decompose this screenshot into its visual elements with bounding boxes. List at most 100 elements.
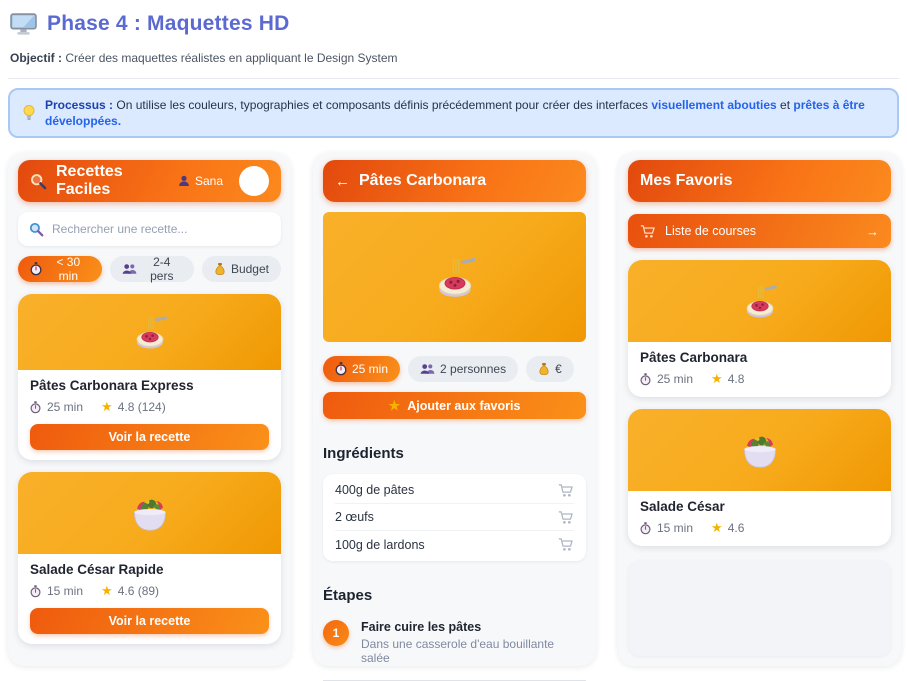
filter-label: < 30 min <box>47 255 90 283</box>
step-description: Dans une casserole d'eau bouillante salé… <box>361 637 586 665</box>
favorite-card[interactable]: Salade César 15 min 4.6 <box>628 409 891 546</box>
people-icon <box>122 263 137 275</box>
chip-servings[interactable]: 2 personnes <box>408 356 518 382</box>
recipes-app-mockup: Recettes Faciles Sana <box>8 153 291 666</box>
cart-icon <box>640 224 656 239</box>
processus-text: Processus : On utilise les couleurs, typ… <box>45 97 885 129</box>
money-bag-icon <box>214 262 226 276</box>
mockups-row: Recettes Faciles Sana <box>8 153 899 666</box>
people-icon <box>420 363 435 375</box>
steps-heading: Étapes <box>323 587 586 604</box>
star-icon <box>711 520 723 536</box>
recipe-card: Pâtes Carbonara Express 25 min <box>18 294 281 460</box>
recipe-meta: 15 min 4.6 (89) <box>30 583 269 599</box>
cart-icon[interactable] <box>558 510 574 525</box>
processus-label: Processus : <box>45 98 113 112</box>
divider <box>8 78 899 79</box>
filter-label: 2-4 pers <box>142 255 182 283</box>
recipe-image <box>18 472 281 554</box>
recipe-time: 15 min <box>47 584 83 598</box>
page-header: Phase 4 : Maquettes HD <box>8 0 899 36</box>
favorite-image <box>628 409 891 491</box>
favorites-app-header: Mes Favoris <box>628 160 891 202</box>
ingredient-row: 2 œufs <box>335 504 574 531</box>
recipe-detail-mockup: ← Pâtes Carbonara <box>313 153 596 666</box>
recipe-title: Salade César Rapide <box>30 562 269 577</box>
objective-line: Objectif : Créer des maquettes réalistes… <box>8 51 899 65</box>
star-icon <box>101 583 113 599</box>
favorites-app-mockup: Mes Favoris Liste de courses → <box>618 153 901 666</box>
ingredient-text: 400g de pâtes <box>335 483 414 497</box>
recipe-title: Pâtes Carbonara Express <box>30 378 269 393</box>
empty-placeholder <box>628 560 891 656</box>
shopping-list-button[interactable]: Liste de courses → <box>628 214 891 248</box>
favorite-card-body: Salade César 15 min 4.6 <box>628 491 891 546</box>
detail-title: Pâtes Carbonara <box>359 172 486 190</box>
add-favorite-button[interactable]: Ajouter aux favoris <box>323 392 586 419</box>
page: Phase 4 : Maquettes HD Objectif : Créer … <box>0 0 907 666</box>
processus-banner: Processus : On utilise les couleurs, typ… <box>8 88 899 138</box>
objective-label: Objectif : <box>10 51 62 65</box>
favorite-card-body: Pâtes Carbonara 25 min 4.8 <box>628 342 891 397</box>
monitor-icon <box>10 13 37 36</box>
filter-chip-budget[interactable]: Budget <box>202 256 281 282</box>
view-recipe-button[interactable]: Voir la recette <box>30 424 269 450</box>
processus-body-1: On utilise les couleurs, typographies et… <box>113 98 651 112</box>
cart-icon[interactable] <box>558 537 574 552</box>
favorite-rating: 4.6 <box>728 521 745 535</box>
favorite-card[interactable]: Pâtes Carbonara 25 min 4.8 <box>628 260 891 397</box>
view-recipe-button[interactable]: Voir la recette <box>30 608 269 634</box>
step-title: Faire cuire les pâtes <box>361 620 586 634</box>
recipe-image <box>18 294 281 370</box>
processus-body-2: et <box>777 98 794 112</box>
cart-icon[interactable] <box>558 483 574 498</box>
recipe-meta: 25 min 4.8 (124) <box>30 399 269 415</box>
search-icon <box>29 222 44 237</box>
search-icon <box>30 173 47 190</box>
recipe-card-body: Salade César Rapide 15 min 4 <box>18 554 281 644</box>
detail-chips: 25 min 2 personnes <box>323 356 586 382</box>
step-texts: Faire cuire les pâtes Dans une casserole… <box>361 620 586 665</box>
timer-icon <box>640 522 651 535</box>
favorite-time: 15 min <box>657 521 693 535</box>
person-icon <box>178 175 190 187</box>
filter-chip-persons[interactable]: 2-4 pers <box>110 256 194 282</box>
favorite-time: 25 min <box>657 372 693 386</box>
spaghetti-icon <box>127 313 173 351</box>
filter-chip-time[interactable]: < 30 min <box>18 256 102 282</box>
back-arrow[interactable]: ← <box>335 173 350 190</box>
search-bar[interactable] <box>18 212 281 246</box>
recipe-rating: 4.6 (89) <box>118 584 159 598</box>
detail-app-header: ← Pâtes Carbonara <box>323 160 586 202</box>
step-item: 1 Faire cuire les pâtes Dans une cassero… <box>323 620 586 665</box>
ingredient-text: 2 œufs <box>335 510 374 524</box>
timer-icon <box>30 585 41 598</box>
spaghetti-icon <box>427 254 483 300</box>
favorite-rating: 4.8 <box>728 372 745 386</box>
chip-label: 25 min <box>352 362 388 376</box>
username: Sana <box>195 174 223 188</box>
chip-label: € <box>555 362 562 376</box>
recipe-rating: 4.8 (124) <box>118 400 166 414</box>
avatar[interactable] <box>239 166 269 196</box>
favorite-meta: 25 min 4.8 <box>640 371 879 387</box>
search-input[interactable] <box>52 222 270 236</box>
recipe-card: Salade César Rapide 15 min 4 <box>18 472 281 644</box>
chip-time[interactable]: 25 min <box>323 356 400 382</box>
lightbulb-icon <box>22 104 36 122</box>
salad-icon <box>127 494 173 532</box>
chip-label: 2 personnes <box>440 362 506 376</box>
money-bag-icon <box>538 362 550 376</box>
ingredients-list: 400g de pâtes 2 œufs <box>323 474 586 561</box>
shopping-list-label: Liste de courses <box>665 224 756 238</box>
chip-price[interactable]: € <box>526 356 574 382</box>
processus-bold-1: visuellement abouties <box>651 98 776 112</box>
star-icon <box>101 399 113 415</box>
favorite-title: Salade César <box>640 499 879 514</box>
ingredient-text: 100g de lardons <box>335 538 425 552</box>
ingredients-heading: Ingrédients <box>323 445 586 462</box>
page-title: Phase 4 : Maquettes HD <box>47 12 289 36</box>
ingredient-row: 100g de lardons <box>335 531 574 558</box>
filter-chips: < 30 min 2-4 pers <box>18 256 281 282</box>
timer-icon <box>30 262 42 276</box>
